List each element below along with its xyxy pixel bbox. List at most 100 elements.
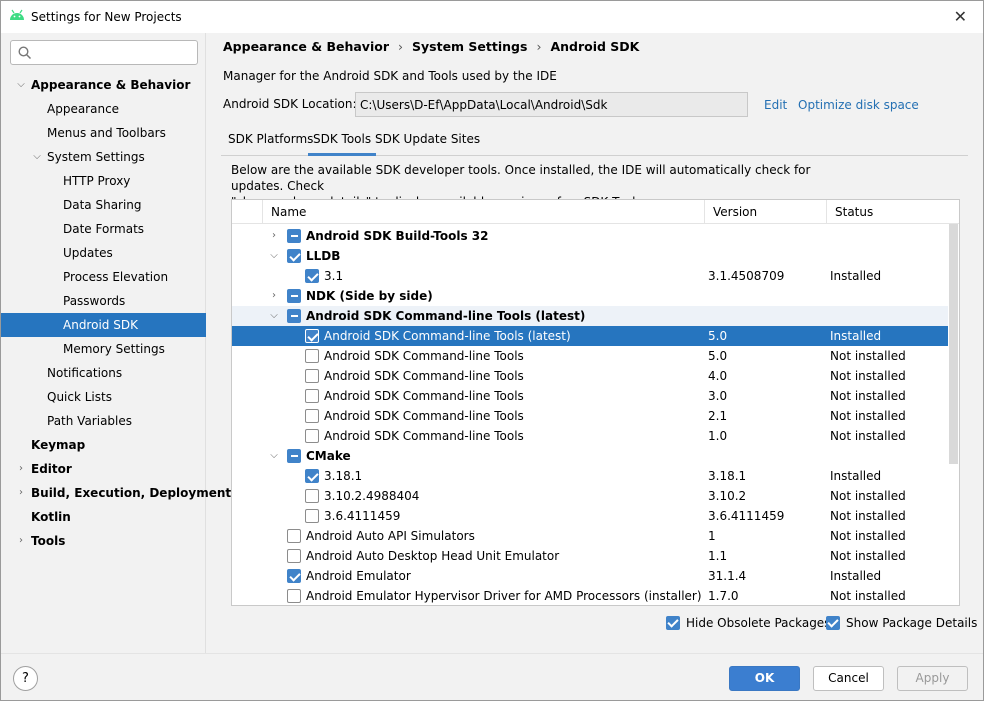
sidebar-item-appearance[interactable]: Appearance <box>1 97 206 121</box>
column-status-header[interactable]: Status <box>826 200 959 224</box>
chevron-down-icon[interactable]: ⌵ <box>268 306 280 326</box>
checkbox[interactable] <box>287 549 301 563</box>
checkbox[interactable] <box>305 429 319 443</box>
sidebar-item-build-execution-deployment[interactable]: › Build, Execution, Deployment <box>1 481 231 505</box>
table-row[interactable]: Android SDK Command-line Tools 1.0 Not i… <box>232 426 948 446</box>
column-name-header[interactable]: Name <box>262 200 704 224</box>
sidebar-item-notifications[interactable]: Notifications <box>1 361 206 385</box>
checkbox[interactable] <box>287 529 301 543</box>
checkbox[interactable] <box>305 389 319 403</box>
table-scrollbar[interactable] <box>949 224 958 464</box>
checkbox[interactable] <box>287 289 301 303</box>
checkbox[interactable] <box>305 469 319 483</box>
table-row[interactable]: ⌵ LLDB <box>232 246 948 266</box>
show-package-details-option[interactable]: Show Package Details <box>826 615 977 631</box>
android-icon <box>10 9 24 20</box>
sidebar-item-memory-settings[interactable]: Memory Settings <box>1 337 206 361</box>
checkbox[interactable] <box>305 369 319 383</box>
chevron-right-icon[interactable]: › <box>15 529 27 553</box>
table-row[interactable]: 3.18.1 3.18.1 Installed <box>232 466 948 486</box>
table-row[interactable]: Android Emulator 31.1.4 Installed <box>232 566 948 586</box>
checkbox[interactable] <box>305 349 319 363</box>
sidebar-item-editor[interactable]: › Editor <box>1 457 206 481</box>
sidebar-item-date-formats[interactable]: Date Formats <box>1 217 206 241</box>
sdk-tabs: SDK Platforms SDK Tools SDK Update Sites <box>221 129 968 156</box>
chevron-right-icon[interactable]: › <box>268 286 280 306</box>
tab-sdk-platforms[interactable]: SDK Platforms <box>223 129 318 156</box>
chevron-right-icon[interactable]: › <box>268 226 280 246</box>
table-row[interactable]: Android Auto API Simulators 1 Not instal… <box>232 526 948 546</box>
sidebar-item-system-settings[interactable]: ⌵ System Settings <box>1 145 206 169</box>
tab-sdk-update-sites[interactable]: SDK Update Sites <box>370 129 485 156</box>
sdk-location-field[interactable]: C:\Users\D-Ef\AppData\Local\Android\Sdk <box>355 92 748 117</box>
page-description: Manager for the Android SDK and Tools us… <box>223 69 557 83</box>
table-row[interactable]: 3.10.2.4988404 3.10.2 Not installed <box>232 486 948 506</box>
cancel-button[interactable]: Cancel <box>813 666 884 691</box>
apply-button[interactable]: Apply <box>897 666 968 691</box>
chevron-down-icon[interactable]: ⌵ <box>15 73 27 97</box>
table-row[interactable]: Android Auto Desktop Head Unit Emulator … <box>232 546 948 566</box>
checkbox[interactable] <box>287 449 301 463</box>
checkbox[interactable] <box>305 269 319 283</box>
breadcrumb-item: Android SDK <box>550 39 640 54</box>
table-row[interactable]: 3.6.4111459 3.6.4111459 Not installed <box>232 506 948 526</box>
checkbox[interactable] <box>287 569 301 583</box>
ok-button[interactable]: OK <box>729 666 800 691</box>
search-input[interactable] <box>37 44 192 61</box>
sidebar-item-updates[interactable]: Updates <box>1 241 206 265</box>
close-icon[interactable]: ✕ <box>954 7 967 26</box>
sidebar-item-tools[interactable]: › Tools <box>1 529 206 553</box>
search-icon <box>18 46 32 60</box>
chevron-right-icon[interactable]: › <box>15 457 27 481</box>
breadcrumb-item[interactable]: Appearance & Behavior <box>223 39 389 54</box>
checkbox[interactable] <box>305 409 319 423</box>
hide-obsolete-packages-option[interactable]: Hide Obsolete Packages <box>666 615 830 631</box>
chevron-down-icon[interactable]: ⌵ <box>268 446 280 466</box>
checkbox[interactable] <box>287 309 301 323</box>
checkbox[interactable] <box>826 616 840 630</box>
table-row[interactable]: Android SDK Command-line Tools 4.0 Not i… <box>232 366 948 386</box>
checkbox[interactable] <box>287 249 301 263</box>
table-row[interactable]: Android SDK Command-line Tools 5.0 Not i… <box>232 346 948 366</box>
checkbox[interactable] <box>305 489 319 503</box>
sdk-tools-table: Name Version Status › Android SDK Build-… <box>231 199 960 606</box>
sidebar-item-menus-toolbars[interactable]: Menus and Toolbars <box>1 121 206 145</box>
table-row-selected[interactable]: Android SDK Command-line Tools (latest) … <box>232 326 948 346</box>
chevron-down-icon[interactable]: ⌵ <box>268 246 280 266</box>
optimize-disk-space-link[interactable]: Optimize disk space <box>798 98 919 112</box>
search-box[interactable] <box>10 40 198 65</box>
help-button[interactable]: ? <box>13 666 38 691</box>
chevron-right-icon[interactable]: › <box>15 481 27 505</box>
sidebar-item-kotlin[interactable]: Kotlin <box>1 505 206 529</box>
sidebar-item-appearance-behavior[interactable]: ⌵ Appearance & Behavior <box>1 73 206 97</box>
table-row[interactable]: Android Emulator Hypervisor Driver for A… <box>232 586 948 605</box>
settings-window: Settings for New Projects ✕ ⌵ Appearance… <box>0 0 984 701</box>
checkbox[interactable] <box>287 229 301 243</box>
edit-link[interactable]: Edit <box>764 98 787 112</box>
checkbox[interactable] <box>305 329 319 343</box>
column-version-header[interactable]: Version <box>704 200 826 224</box>
checkbox[interactable] <box>666 616 680 630</box>
sidebar-item-android-sdk[interactable]: Android SDK <box>1 313 206 337</box>
sidebar-item-passwords[interactable]: Passwords <box>1 289 206 313</box>
table-row[interactable]: 3.1 3.1.4508709 Installed <box>232 266 948 286</box>
sidebar-item-data-sharing[interactable]: Data Sharing <box>1 193 206 217</box>
sidebar-item-http-proxy[interactable]: HTTP Proxy <box>1 169 206 193</box>
chevron-right-icon: › <box>536 39 542 54</box>
checkbox[interactable] <box>305 509 319 523</box>
sidebar-item-quick-lists[interactable]: Quick Lists <box>1 385 206 409</box>
breadcrumb-item[interactable]: System Settings <box>412 39 527 54</box>
table-row[interactable]: › Android SDK Build-Tools 32 <box>232 226 948 246</box>
table-row[interactable]: Android SDK Command-line Tools 2.1 Not i… <box>232 406 948 426</box>
tab-sdk-tools[interactable]: SDK Tools <box>308 129 377 156</box>
chevron-down-icon[interactable]: ⌵ <box>31 145 43 169</box>
table-row[interactable]: › NDK (Side by side) <box>232 286 948 306</box>
sidebar-item-path-variables[interactable]: Path Variables <box>1 409 206 433</box>
sidebar-item-process-elevation[interactable]: Process Elevation <box>1 265 206 289</box>
table-row[interactable]: Android SDK Command-line Tools 3.0 Not i… <box>232 386 948 406</box>
table-row[interactable]: ⌵ CMake <box>232 446 948 466</box>
sdk-location-label: Android SDK Location: <box>223 97 357 111</box>
sidebar-item-keymap[interactable]: Keymap <box>1 433 206 457</box>
checkbox[interactable] <box>287 589 301 603</box>
table-row[interactable]: ⌵ Android SDK Command-line Tools (latest… <box>232 306 948 326</box>
